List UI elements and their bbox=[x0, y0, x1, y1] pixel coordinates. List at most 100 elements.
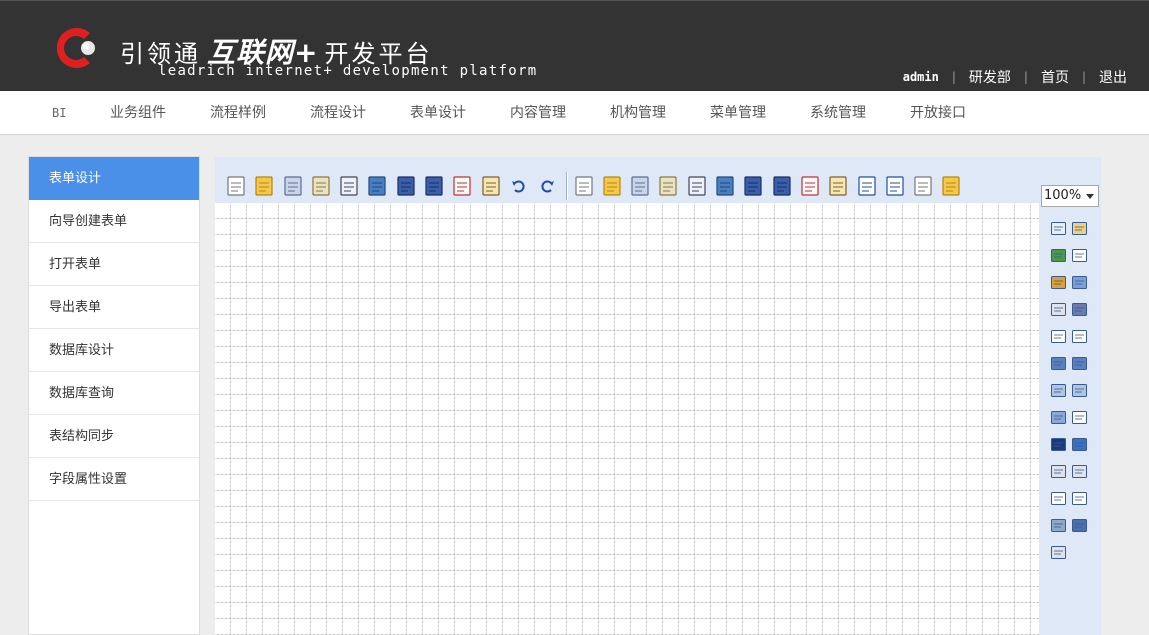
insert-icon[interactable] bbox=[825, 172, 851, 200]
form-field-icon[interactable] bbox=[1049, 489, 1067, 507]
nav-item-bi[interactable]: BI bbox=[52, 91, 66, 135]
palette-row bbox=[1041, 489, 1101, 516]
design-canvas[interactable] bbox=[215, 203, 1039, 635]
zoom-value: 100% bbox=[1044, 188, 1082, 203]
new-icon[interactable] bbox=[223, 172, 249, 200]
sidebar-item-form-design[interactable]: 表单设计 bbox=[29, 157, 199, 200]
sidebar-item-export-form[interactable]: 导出表单 bbox=[29, 286, 199, 329]
run-icon[interactable] bbox=[364, 172, 390, 200]
username: admin bbox=[902, 70, 939, 84]
nav-item-org[interactable]: 机构管理 bbox=[610, 91, 666, 135]
nav-item-menu[interactable]: 菜单管理 bbox=[710, 91, 766, 135]
list-icon[interactable] bbox=[910, 172, 936, 200]
edit-icon[interactable] bbox=[684, 172, 710, 200]
shapes-icon[interactable] bbox=[1049, 273, 1067, 291]
save-icon[interactable] bbox=[393, 172, 419, 200]
pencil-icon[interactable] bbox=[712, 172, 738, 200]
user-links: admin | 研发部 | 首页 | 退出 bbox=[903, 67, 1127, 87]
export-icon[interactable] bbox=[449, 172, 475, 200]
home-link[interactable]: 首页 bbox=[1041, 67, 1069, 87]
field-icon[interactable] bbox=[1070, 408, 1088, 426]
nav-item-process-sample[interactable]: 流程样例 bbox=[210, 91, 266, 135]
control-palette bbox=[1041, 219, 1101, 570]
copy-icon[interactable] bbox=[280, 172, 306, 200]
spinner-icon[interactable] bbox=[1049, 327, 1067, 345]
sidebar-item-db-query[interactable]: 数据库查询 bbox=[29, 372, 199, 415]
logout-link[interactable]: 退出 bbox=[1099, 67, 1127, 87]
logo-subtitle: leadrich internet+ development platform bbox=[158, 63, 538, 79]
palette-row bbox=[1041, 381, 1101, 408]
label-icon[interactable] bbox=[1070, 219, 1088, 237]
textbox-icon[interactable] bbox=[1070, 246, 1088, 264]
send-back-icon[interactable] bbox=[655, 172, 681, 200]
tree-icon[interactable] bbox=[1070, 354, 1088, 372]
preview-icon[interactable] bbox=[336, 172, 362, 200]
checkbox-icon[interactable] bbox=[1049, 435, 1067, 453]
palette-row bbox=[1041, 354, 1101, 381]
nav-item-process-design[interactable]: 流程设计 bbox=[310, 91, 366, 135]
nav-item-form-design[interactable]: 表单设计 bbox=[410, 91, 466, 135]
table-icon[interactable] bbox=[1049, 381, 1067, 399]
new-page-icon[interactable] bbox=[797, 172, 823, 200]
calendar-icon[interactable] bbox=[1070, 273, 1088, 291]
button-icon[interactable] bbox=[1049, 219, 1067, 237]
sidebar-item-field-props[interactable]: 字段属性设置 bbox=[29, 458, 199, 501]
attachment-icon[interactable] bbox=[1070, 516, 1088, 534]
designer-toolbar bbox=[215, 157, 1039, 203]
palette-row bbox=[1041, 543, 1101, 570]
zoom-select[interactable]: 100% bbox=[1041, 185, 1099, 207]
palette-row bbox=[1041, 408, 1101, 435]
column-icon[interactable] bbox=[1049, 408, 1067, 426]
open-icon[interactable] bbox=[251, 172, 277, 200]
list-box-icon[interactable] bbox=[1049, 354, 1067, 372]
panel-icon[interactable] bbox=[1049, 543, 1067, 561]
picture-icon[interactable] bbox=[1049, 516, 1067, 534]
grid-icon[interactable] bbox=[938, 172, 964, 200]
toolbar-separator bbox=[565, 171, 568, 200]
sidebar-item-open-form[interactable]: 打开表单 bbox=[29, 243, 199, 286]
book-icon[interactable] bbox=[740, 172, 766, 200]
palette-row bbox=[1041, 516, 1101, 543]
palette-row bbox=[1041, 246, 1101, 273]
combo-icon[interactable] bbox=[1049, 462, 1067, 480]
bring-front-icon[interactable] bbox=[627, 172, 653, 200]
combo-list-icon[interactable] bbox=[1070, 462, 1088, 480]
brush-icon[interactable] bbox=[1070, 300, 1088, 318]
palette-row bbox=[1041, 462, 1101, 489]
nav-item-business[interactable]: 业务组件 bbox=[110, 91, 166, 135]
tools-icon[interactable] bbox=[854, 172, 880, 200]
undo-icon[interactable] bbox=[506, 172, 532, 200]
save-as-icon[interactable] bbox=[421, 172, 447, 200]
redo-icon[interactable] bbox=[534, 172, 560, 200]
logo-icon bbox=[50, 23, 100, 73]
align-left-icon[interactable] bbox=[571, 172, 597, 200]
main-nav: BI 业务组件 流程样例 流程设计 表单设计 内容管理 机构管理 菜单管理 系统… bbox=[0, 91, 1149, 135]
sidebar: 表单设计 向导创建表单 打开表单 导出表单 数据库设计 数据库查询 表结构同步 … bbox=[28, 156, 200, 635]
chevron-down-icon bbox=[1086, 194, 1094, 199]
palette-row bbox=[1041, 300, 1101, 327]
nav-item-content[interactable]: 内容管理 bbox=[510, 91, 566, 135]
report-icon[interactable] bbox=[1070, 489, 1088, 507]
palette-row bbox=[1041, 327, 1101, 354]
sort-icon[interactable] bbox=[599, 172, 625, 200]
group-icon[interactable] bbox=[1049, 300, 1067, 318]
palette-row bbox=[1041, 435, 1101, 462]
option-list-icon[interactable] bbox=[1070, 327, 1088, 345]
top-header: 引领通 互联网+ 开发平台 leadrich internet+ developme… bbox=[0, 0, 1149, 91]
department-link[interactable]: 研发部 bbox=[969, 67, 1011, 87]
find-icon[interactable] bbox=[769, 172, 795, 200]
sidebar-item-wizard[interactable]: 向导创建表单 bbox=[29, 200, 199, 243]
nav-item-system[interactable]: 系统管理 bbox=[810, 91, 866, 135]
print-setup-icon[interactable] bbox=[308, 172, 334, 200]
sidebar-item-table-sync[interactable]: 表结构同步 bbox=[29, 415, 199, 458]
info-icon[interactable] bbox=[882, 172, 908, 200]
palette-row bbox=[1041, 219, 1101, 246]
nav-item-open-api[interactable]: 开放接口 bbox=[910, 91, 966, 135]
sidebar-item-db-design[interactable]: 数据库设计 bbox=[29, 329, 199, 372]
palette-row bbox=[1041, 273, 1101, 300]
form-designer: 100% bbox=[215, 157, 1101, 635]
paste-icon[interactable] bbox=[478, 172, 504, 200]
radio-icon[interactable] bbox=[1070, 435, 1088, 453]
grid-table-icon[interactable] bbox=[1070, 381, 1088, 399]
image-control-icon[interactable] bbox=[1049, 246, 1067, 264]
